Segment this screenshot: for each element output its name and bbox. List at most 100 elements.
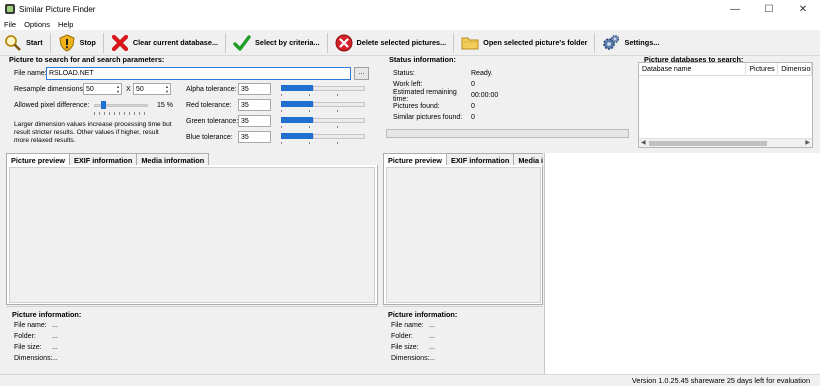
green-slider-ticks: [281, 126, 365, 128]
status-bar: Version 1.0.25.45 shareware 25 days left…: [0, 374, 820, 386]
databases-hscrollbar[interactable]: ◀ ▶: [639, 138, 812, 147]
scroll-right-icon[interactable]: ▶: [805, 139, 810, 146]
maximize-button[interactable]: ☐: [752, 0, 786, 18]
toolbar-separator: [453, 32, 455, 53]
red-slider-fill: [281, 101, 313, 107]
alpha-tolerance-slider[interactable]: [281, 83, 365, 97]
resample-height-spinner[interactable]: ▲ ▼: [164, 84, 170, 94]
status-heading: Status information:: [389, 55, 456, 64]
alpha-slider-track: [313, 86, 365, 91]
delete-pictures-button[interactable]: Delete selected pictures...: [331, 31, 451, 55]
blue-slider-ticks: [281, 142, 365, 144]
start-button[interactable]: Start: [0, 31, 47, 55]
red-x-icon: [111, 34, 129, 52]
alpha-slider-ticks: [281, 94, 365, 96]
select-by-criteria-label: Select by criteria...: [255, 38, 320, 47]
left-preview-area: [6, 165, 378, 305]
left-preview-panel: Picture preview EXIF information Media i…: [6, 153, 378, 373]
stop-label: Stop: [79, 38, 96, 47]
warning-shield-icon: [58, 33, 76, 52]
green-check-icon: [233, 34, 251, 52]
pixel-difference-thumb[interactable]: [101, 101, 106, 109]
red-slider-ticks: [281, 110, 365, 112]
green-slider-fill: [281, 117, 313, 123]
col-dimensions[interactable]: Dimensions: [778, 62, 812, 76]
clear-database-button[interactable]: Clear current database...: [107, 31, 222, 55]
similar-found-value: 0: [471, 114, 475, 121]
toolbar-separator: [594, 32, 596, 53]
menu-file[interactable]: File: [4, 20, 16, 29]
dimensions-note: Larger dimension values increase process…: [14, 121, 172, 144]
toolbar-separator: [225, 32, 227, 53]
alpha-slider-fill: [281, 85, 313, 91]
red-slider-track: [313, 102, 365, 107]
col-database-name[interactable]: Database name: [639, 62, 747, 76]
delete-circle-icon: [335, 34, 353, 52]
results-list[interactable]: [544, 153, 820, 374]
remaining-time-label: Estimated remaining time:: [393, 88, 457, 103]
menu-bar: File Options Help: [0, 18, 820, 30]
toolbar-separator: [326, 32, 328, 53]
status-label: Status:: [393, 70, 415, 77]
title-bar: Similar Picture Finder — ☐ ✕: [0, 0, 820, 18]
red-tolerance-label: Red tolerance:: [186, 102, 232, 109]
alpha-tolerance-input[interactable]: 35: [238, 83, 271, 95]
toolbar-separator: [102, 32, 104, 53]
resample-label: Resample dimensions:: [14, 86, 85, 93]
file-name-input[interactable]: RSLOAD.NET: [46, 67, 351, 80]
right-dimensions-value: ...: [429, 355, 435, 362]
open-folder-button[interactable]: Open selected picture's folder: [457, 31, 591, 55]
scroll-left-icon[interactable]: ◀: [641, 139, 646, 146]
pixel-difference-slider[interactable]: [94, 101, 148, 111]
right-preview-canvas: [386, 167, 541, 303]
similar-found-label: Similar pictures found:: [393, 114, 463, 121]
settings-button[interactable]: Settings...: [598, 31, 663, 55]
remaining-time-value: 00:00:00: [471, 92, 499, 99]
databases-header: Database name Pictures Dimensions: [639, 62, 812, 76]
scroll-thumb[interactable]: [649, 141, 767, 146]
red-tolerance-input[interactable]: 35: [238, 99, 271, 111]
green-tolerance-slider[interactable]: [281, 115, 365, 129]
left-dimensions-label: Dimensions:: [14, 355, 53, 362]
close-button[interactable]: ✕: [786, 0, 820, 18]
work-left-value: 0: [471, 81, 475, 88]
pictures-found-label: Pictures found:: [393, 103, 440, 110]
pixel-difference-label: Allowed pixel difference:: [14, 102, 90, 109]
folder-icon: [461, 34, 479, 52]
right-file-size-value: ...: [429, 344, 435, 351]
blue-tolerance-slider[interactable]: [281, 131, 365, 145]
pixel-difference-value: 15 %: [157, 102, 173, 109]
start-label: Start: [26, 38, 43, 47]
blue-slider-track: [313, 134, 365, 139]
blue-tolerance-label: Blue tolerance:: [186, 134, 233, 141]
select-by-criteria-button[interactable]: Select by criteria...: [229, 31, 324, 55]
menu-options[interactable]: Options: [24, 20, 50, 29]
gears-icon: [602, 34, 620, 52]
blue-tolerance-input[interactable]: 35: [238, 131, 271, 143]
green-tolerance-input[interactable]: 35: [238, 115, 271, 127]
left-info-list: File name:... Folder:... File size:... D…: [14, 320, 58, 364]
alpha-tolerance-label: Alpha tolerance:: [186, 86, 237, 93]
left-folder-label: Folder:: [14, 333, 36, 340]
open-folder-label: Open selected picture's folder: [483, 38, 588, 47]
right-info-heading: Picture information:: [388, 310, 458, 319]
left-info-divider[interactable]: [6, 306, 378, 307]
stop-button[interactable]: Stop: [54, 31, 100, 55]
col-pictures[interactable]: Pictures: [746, 62, 779, 76]
search-parameters-heading: Picture to search for and search paramet…: [9, 55, 165, 64]
settings-label: Settings...: [624, 38, 660, 47]
menu-help[interactable]: Help: [58, 20, 73, 29]
resample-width-spinner[interactable]: ▲ ▼: [115, 84, 121, 94]
right-file-size-label: File size:: [391, 344, 419, 351]
right-info-divider[interactable]: [383, 306, 543, 307]
right-file-name-label: File name:: [391, 322, 424, 329]
right-folder-value: ...: [429, 333, 435, 340]
right-file-name-value: ...: [429, 322, 435, 329]
minimize-button[interactable]: —: [718, 0, 752, 18]
left-file-size-label: File size:: [14, 344, 42, 351]
window-title: Similar Picture Finder: [19, 4, 96, 14]
delete-pictures-label: Delete selected pictures...: [356, 38, 447, 47]
red-tolerance-slider[interactable]: [281, 99, 365, 113]
databases-list[interactable]: Database name Pictures Dimensions ◀ ▶: [638, 62, 813, 148]
browse-button[interactable]: ...: [354, 67, 369, 80]
